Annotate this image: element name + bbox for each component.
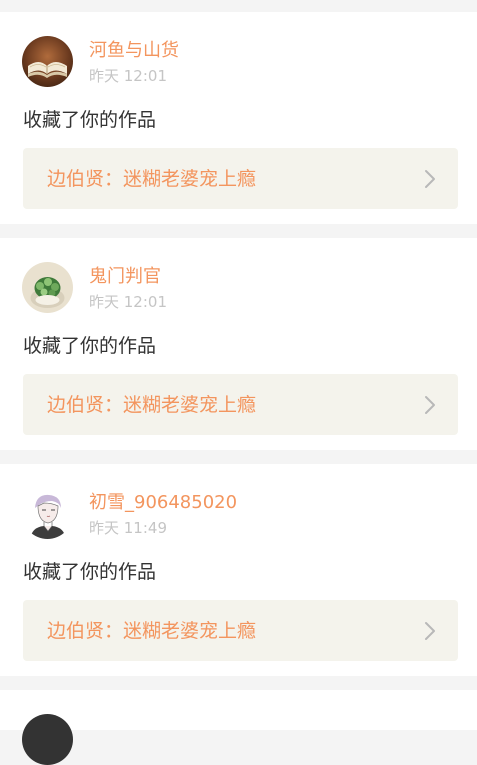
work-title: 边伯贤：迷糊老婆宠上瘾 xyxy=(47,620,257,642)
work-link[interactable]: 边伯贤：迷糊老婆宠上瘾 xyxy=(23,600,458,661)
timestamp: 昨天 11:49 xyxy=(89,519,167,537)
person-icon xyxy=(22,488,73,539)
chevron-right-icon xyxy=(425,396,435,414)
notification-card xyxy=(0,690,477,765)
work-title: 边伯贤：迷糊老婆宠上瘾 xyxy=(47,394,257,416)
work-title: 边伯贤：迷糊老婆宠上瘾 xyxy=(47,168,257,190)
username[interactable]: 河鱼与山货 xyxy=(89,40,179,62)
action-text: 收藏了你的作品 xyxy=(23,109,157,131)
notification-card: 河鱼与山货 昨天 12:01 收藏了你的作品 边伯贤：迷糊老婆宠上瘾 xyxy=(0,12,477,224)
avatar[interactable] xyxy=(22,714,73,765)
timestamp: 昨天 12:01 xyxy=(89,293,167,311)
action-text: 收藏了你的作品 xyxy=(23,335,157,357)
username[interactable]: 初雪_906485020 xyxy=(89,492,237,514)
timestamp: 昨天 12:01 xyxy=(89,67,167,85)
avatar[interactable] xyxy=(22,488,73,539)
notification-card: 初雪_906485020 昨天 11:49 收藏了你的作品 边伯贤：迷糊老婆宠上… xyxy=(0,464,477,676)
avatar[interactable] xyxy=(22,262,73,313)
plant-icon xyxy=(22,262,73,313)
avatar[interactable] xyxy=(22,36,73,87)
chevron-right-icon xyxy=(425,622,435,640)
username[interactable]: 鬼门判官 xyxy=(89,266,161,288)
work-link[interactable]: 边伯贤：迷糊老婆宠上瘾 xyxy=(23,374,458,435)
chevron-right-icon xyxy=(425,170,435,188)
book-icon xyxy=(22,36,73,87)
work-link[interactable]: 边伯贤：迷糊老婆宠上瘾 xyxy=(23,148,458,209)
action-text: 收藏了你的作品 xyxy=(23,561,157,583)
notification-card: 鬼门判官 昨天 12:01 收藏了你的作品 边伯贤：迷糊老婆宠上瘾 xyxy=(0,238,477,450)
